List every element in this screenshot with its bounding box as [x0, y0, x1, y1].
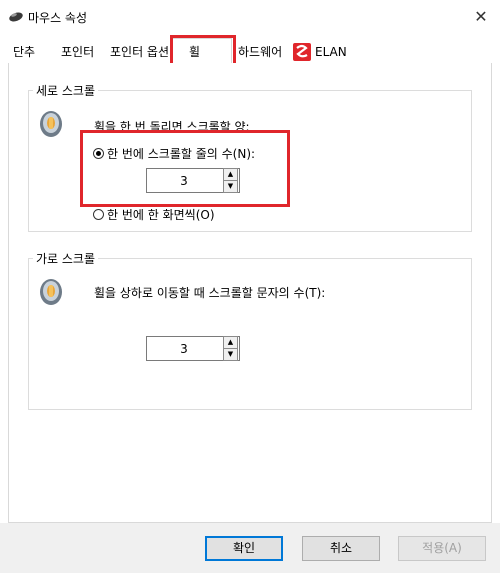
- tab-pointer-options[interactable]: 포인터 옵션: [110, 42, 169, 62]
- horizontal-wheel-icon: [40, 279, 62, 305]
- vertical-scroll-title: 세로 스크롤: [33, 82, 99, 99]
- cancel-button[interactable]: 취소: [302, 536, 380, 561]
- ok-button[interactable]: 확인: [205, 536, 283, 561]
- elan-logo-icon: [293, 43, 311, 61]
- tab-elan[interactable]: ELAN: [315, 42, 347, 62]
- screen-radio[interactable]: [93, 209, 104, 220]
- lines-highlight-box: [80, 130, 290, 207]
- apply-button[interactable]: 적용(A): [398, 536, 486, 561]
- tab-pointers[interactable]: 포인터: [61, 42, 94, 62]
- chars-spinner: ▲ ▼: [146, 336, 240, 361]
- tab-hardware[interactable]: 하드웨어: [238, 42, 282, 62]
- tab-buttons[interactable]: 단추: [13, 42, 35, 62]
- screen-radio-label[interactable]: 한 번에 한 화면씩(O): [107, 206, 215, 223]
- chars-input[interactable]: [149, 341, 219, 357]
- horizontal-scroll-description: 휠을 상하로 이동할 때 스크롤할 문자의 수(T):: [94, 286, 326, 300]
- window-title: 마우스 속성: [28, 11, 88, 25]
- mouse-icon: [9, 12, 23, 22]
- scroll-wheel-icon: [40, 111, 62, 137]
- horizontal-scroll-group: [28, 258, 472, 410]
- elan-logo-graphic: [293, 43, 311, 61]
- horizontal-scroll-title: 가로 스크롤: [33, 250, 99, 267]
- close-button[interactable]: ✕: [470, 6, 492, 28]
- chars-spin-down-button[interactable]: ▼: [223, 348, 238, 361]
- title-bar: 마우스 속성 ✕: [0, 0, 500, 34]
